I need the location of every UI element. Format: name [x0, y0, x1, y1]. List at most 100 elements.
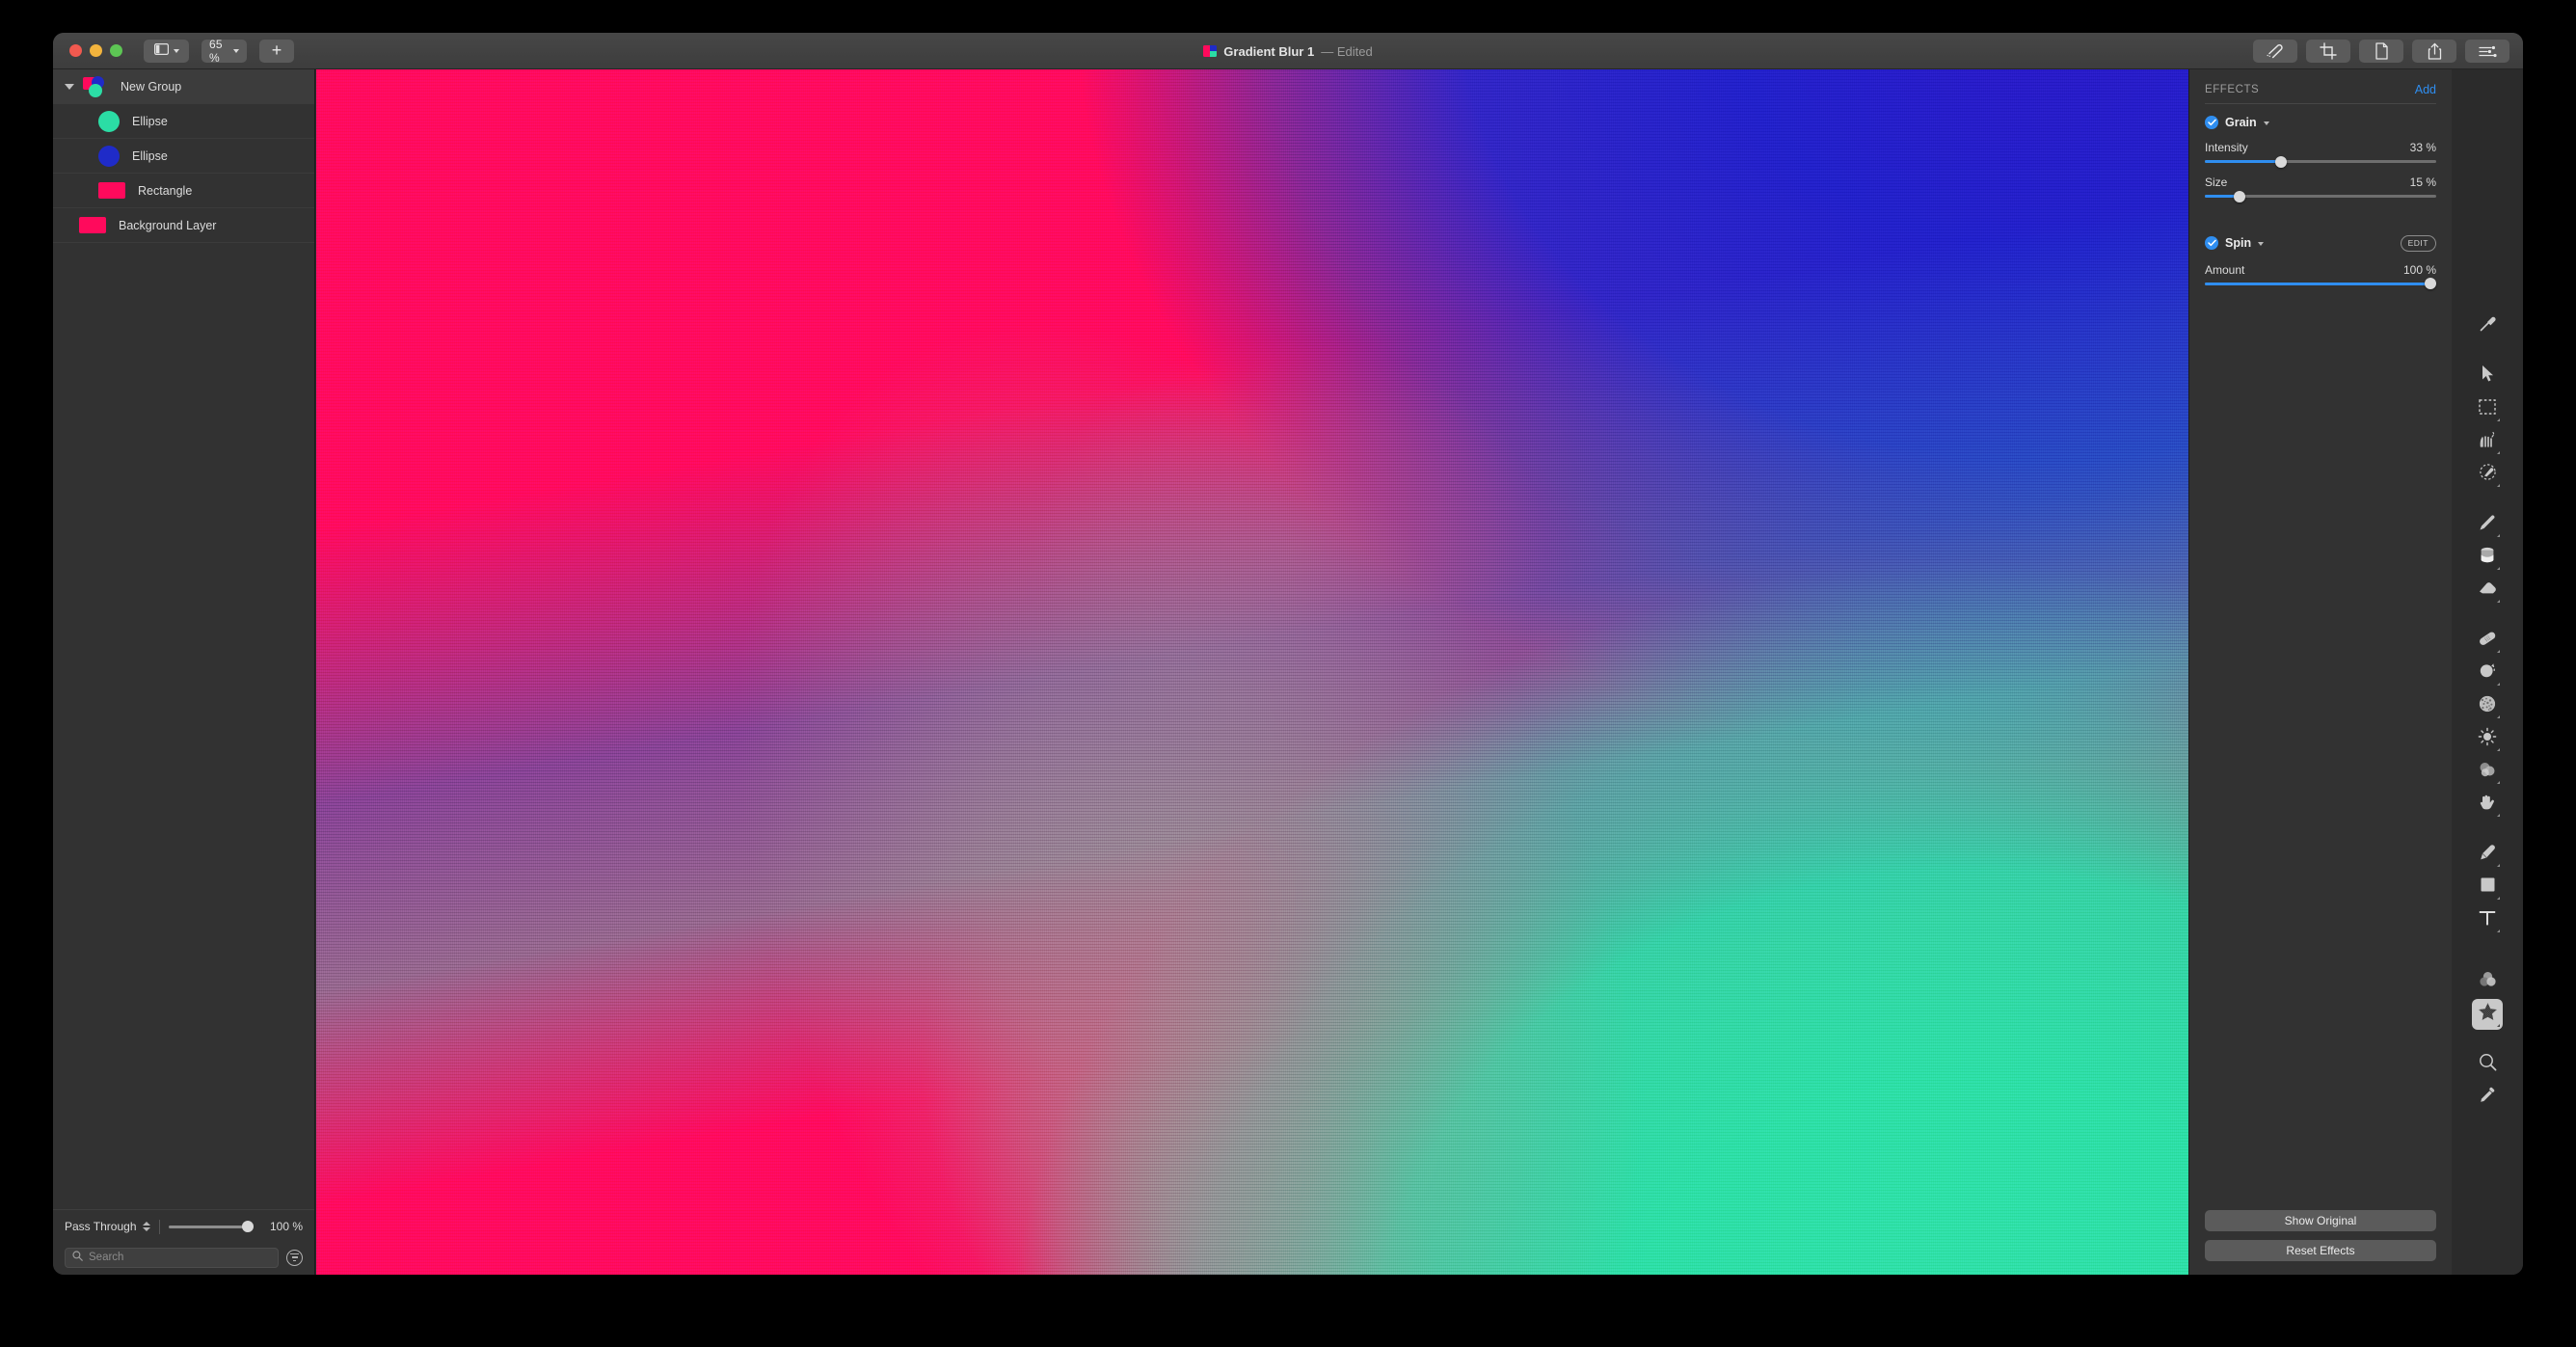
eyedropper-tool-button[interactable]	[2472, 1082, 2503, 1113]
show-original-button[interactable]: Show Original	[2205, 1210, 2436, 1231]
paint-bucket-tool-button[interactable]	[2472, 542, 2503, 573]
tool-submenu-indicator[interactable]	[2497, 814, 2500, 817]
magic-wand-select-tool-button[interactable]	[2472, 459, 2503, 490]
effects-tool-icon	[2478, 1002, 2498, 1027]
document-title-text: Gradient Blur 1	[1223, 43, 1315, 59]
tool-submenu-indicator[interactable]	[2497, 715, 2500, 718]
shape-rectangle-tool-button[interactable]	[2472, 872, 2503, 902]
slider-group-amount: Amount 100 %	[2205, 263, 2436, 289]
tool-submenu-indicator[interactable]	[2497, 1024, 2500, 1027]
tool-submenu-indicator[interactable]	[2497, 484, 2500, 487]
clone-stamp-tool-button[interactable]	[2472, 658, 2503, 688]
tool-submenu-indicator[interactable]	[2497, 683, 2500, 686]
slider-value: 15 %	[2409, 175, 2436, 189]
search-input[interactable]: Search	[65, 1247, 279, 1268]
zoom-tool-button[interactable]	[2472, 1049, 2503, 1080]
repair-tool-button[interactable]	[2472, 625, 2503, 656]
marquee-select-tool-button[interactable]	[2472, 393, 2503, 424]
smudge-tool-button[interactable]	[2472, 789, 2503, 820]
share-icon	[2428, 42, 2442, 60]
tool-submenu-indicator[interactable]	[2497, 864, 2500, 867]
disclosure-triangle-icon[interactable]	[65, 83, 74, 90]
tool-submenu-indicator[interactable]	[2497, 534, 2500, 537]
arrow-select-tool-icon	[2481, 364, 2495, 388]
layer-label: New Group	[121, 79, 182, 94]
clone-stamp-tool-icon	[2479, 661, 2497, 685]
slider-knob[interactable]	[2275, 155, 2288, 168]
add-button[interactable]: +	[259, 39, 294, 63]
tool-submenu-indicator[interactable]	[2497, 781, 2500, 784]
layers-panel-footer: Pass Through 100 % Search	[53, 1209, 314, 1275]
tool-submenu-indicator[interactable]	[2497, 600, 2500, 603]
effect-enabled-checkbox[interactable]	[2205, 236, 2218, 251]
paint-bucket-tool-icon	[2479, 546, 2496, 570]
share-button[interactable]	[2412, 40, 2456, 63]
slider-knob[interactable]	[2234, 190, 2245, 202]
intensity-slider[interactable]	[2205, 155, 2436, 168]
chevron-down-icon[interactable]	[2258, 242, 2265, 247]
lighten-tool-button[interactable]	[2472, 723, 2503, 754]
slider-knob[interactable]	[2425, 278, 2436, 289]
edit-effect-button[interactable]: EDIT	[2400, 235, 2436, 252]
layer-row-rectangle[interactable]: Rectangle	[53, 174, 314, 208]
effects-tool-button[interactable]	[2472, 999, 2503, 1030]
retouch-tool-icon	[2478, 314, 2497, 338]
chevron-down-icon[interactable]	[2263, 121, 2269, 125]
opacity-slider[interactable]	[168, 1221, 254, 1232]
title-bar: 65 % + Gradient Blur 1 — Edited	[53, 33, 2523, 69]
tool-submenu-indicator[interactable]	[2497, 451, 2500, 454]
layer-row-ellipse-blue[interactable]: Ellipse	[53, 139, 314, 174]
tool-submenu-indicator[interactable]	[2497, 748, 2500, 751]
effect-enabled-checkbox[interactable]	[2205, 116, 2218, 129]
add-effect-link[interactable]: Add	[2415, 83, 2436, 96]
retouch-tool-button[interactable]	[2253, 40, 2297, 63]
close-window-button[interactable]	[69, 44, 82, 57]
retouch-tool-button[interactable]	[2472, 310, 2503, 341]
sponge-tool-button[interactable]	[2472, 690, 2503, 721]
tool-submenu-indicator[interactable]	[2497, 897, 2500, 900]
slider-group-intensity: Intensity 33 %	[2205, 141, 2436, 168]
layer-label: Ellipse	[132, 114, 168, 128]
paintbrush-tool-button[interactable]	[2472, 509, 2503, 540]
adjustments-button[interactable]	[2465, 40, 2509, 63]
layer-row-background[interactable]: Background Layer	[53, 208, 314, 243]
canvas-area[interactable]	[316, 69, 2188, 1275]
zoom-window-button[interactable]	[110, 44, 122, 57]
reset-effects-button[interactable]: Reset Effects	[2205, 1240, 2436, 1261]
crop-tool-button[interactable]	[2306, 40, 2350, 63]
artwork-canvas[interactable]	[316, 69, 2188, 1275]
pen-tool-button[interactable]	[2472, 839, 2503, 870]
minimize-window-button[interactable]	[90, 44, 102, 57]
zoom-tool-icon	[2479, 1053, 2497, 1076]
tool-submenu-indicator[interactable]	[2497, 650, 2500, 653]
tool-submenu-indicator[interactable]	[2497, 418, 2500, 421]
sidebar-layout-icon	[153, 43, 169, 58]
text-tool-button[interactable]	[2472, 904, 2503, 935]
freehand-select-tool-button[interactable]	[2472, 426, 2503, 457]
paintbrush-tool-icon	[2478, 513, 2497, 537]
layer-thumbnail	[98, 145, 120, 167]
blend-mode-stepper[interactable]	[142, 1222, 150, 1231]
color-adjust-tool-button[interactable]	[2472, 966, 2503, 997]
layer-row-new-group[interactable]: New Group	[53, 69, 314, 104]
arrow-select-tool-button[interactable]	[2472, 361, 2503, 391]
amount-slider[interactable]	[2205, 278, 2436, 289]
zoom-level-button[interactable]: 65 %	[201, 38, 247, 65]
sidebar-layout-button[interactable]	[144, 39, 189, 63]
tool-submenu-indicator[interactable]	[2497, 929, 2500, 932]
eraser-tool-button[interactable]	[2472, 575, 2503, 606]
size-slider[interactable]	[2205, 190, 2436, 202]
layer-row-ellipse-green[interactable]: Ellipse	[53, 104, 314, 139]
effect-header-grain: Grain	[2205, 116, 2436, 129]
shape-rectangle-tool-icon	[2480, 876, 2496, 898]
filter-icon[interactable]	[286, 1249, 303, 1266]
retouch-tool-icon	[2266, 43, 2285, 59]
search-placeholder: Search	[89, 1252, 124, 1263]
magic-wand-select-tool-icon	[2479, 463, 2497, 486]
tool-submenu-indicator[interactable]	[2497, 567, 2500, 570]
opacity-slider-knob[interactable]	[242, 1221, 254, 1232]
chevron-down-icon	[233, 48, 239, 53]
blur-tool-button[interactable]	[2472, 756, 2503, 787]
document-tool-button[interactable]	[2359, 40, 2403, 63]
effect-name: Spin	[2225, 236, 2252, 251]
